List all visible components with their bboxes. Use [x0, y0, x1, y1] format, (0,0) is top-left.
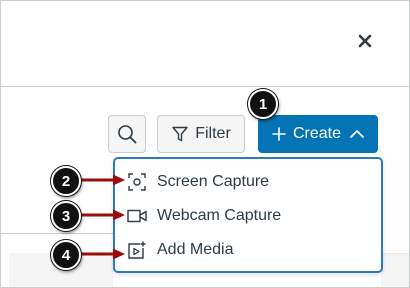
callout-arrow-3	[81, 209, 125, 221]
callout-badge-4: 4	[51, 240, 81, 270]
menu-item-label: Webcam Capture	[157, 207, 282, 224]
screen-capture-icon	[127, 172, 147, 192]
filter-label: Filter	[195, 125, 231, 142]
callout-badge-1: 1	[248, 89, 278, 119]
chevron-up-icon	[350, 130, 364, 138]
menu-item-webcam-capture[interactable]: Webcam Capture	[115, 199, 381, 233]
search-icon	[118, 125, 137, 144]
create-label: Create	[292, 125, 342, 142]
callout-badge-2: 2	[51, 166, 81, 196]
modal-header	[1, 1, 409, 87]
create-button[interactable]: Create	[258, 115, 378, 153]
create-dropdown-menu: Screen Capture Webcam Capture Add Media	[113, 157, 383, 273]
search-button[interactable]	[108, 115, 146, 153]
menu-item-screen-capture[interactable]: Screen Capture	[115, 165, 381, 199]
callout-badge-3: 3	[51, 201, 81, 231]
menu-item-add-media[interactable]: Add Media	[115, 233, 381, 267]
callout-arrow-2	[81, 174, 125, 186]
callout-arrow-4	[81, 248, 125, 260]
modal-frame: Filter Create Screen Capture Webcam Capt…	[0, 0, 410, 288]
menu-item-label: Add Media	[157, 241, 234, 258]
close-icon	[358, 34, 372, 48]
webcam-icon	[127, 206, 147, 226]
add-media-icon	[127, 240, 147, 260]
filter-button[interactable]: Filter	[157, 115, 245, 153]
list-row-right	[381, 253, 409, 287]
filter-icon	[172, 126, 188, 142]
close-button[interactable]	[353, 29, 377, 53]
plus-icon	[272, 127, 286, 141]
menu-item-label: Screen Capture	[157, 173, 270, 190]
